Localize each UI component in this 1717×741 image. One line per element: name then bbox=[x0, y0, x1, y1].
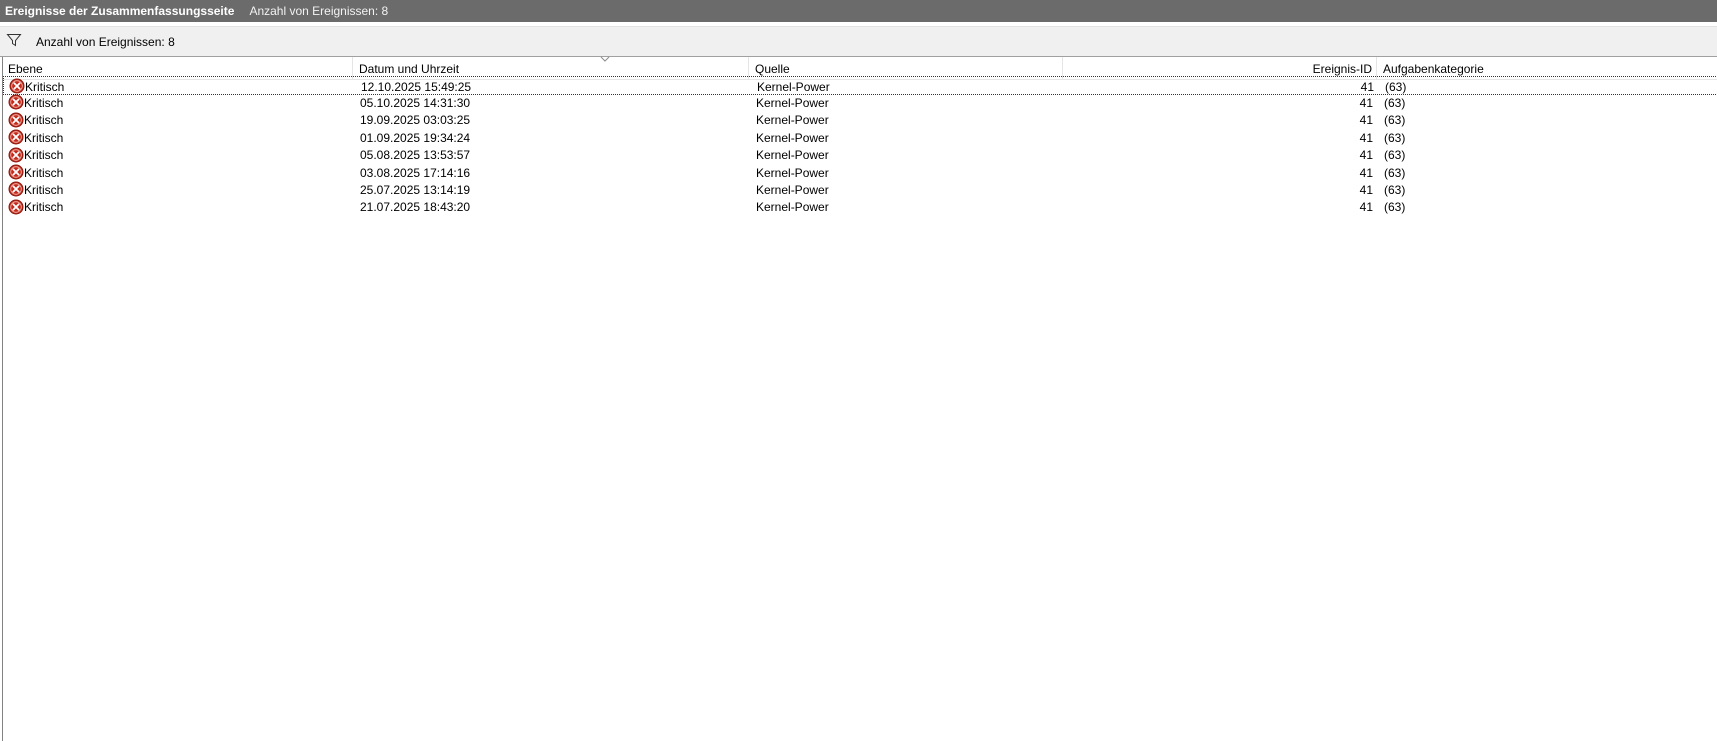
table-row[interactable]: Kritisch 25.07.2025 13:14:19 Kernel-Power 4… bbox=[3, 180, 1717, 199]
cell-datetime: 05.08.2025 13:53:57 bbox=[360, 148, 471, 163]
cell-datetime: 19.09.2025 03:03:25 bbox=[360, 113, 471, 128]
table-row[interactable]: Kritisch 19.09.2025 03:03:25 Kernel-Power 4… bbox=[3, 111, 1717, 130]
cell-source: Kernel-Power bbox=[756, 200, 829, 215]
cell-level: Kritisch bbox=[24, 200, 64, 215]
events-list[interactable]: Ebene Datum und Uhrzeit Quelle Ereignis-… bbox=[2, 56, 1717, 741]
cell-task-category: (63) bbox=[1384, 130, 1406, 145]
cell-event-id: 41 bbox=[1359, 165, 1373, 180]
cell-level: Kritisch bbox=[24, 148, 64, 163]
cell-datetime: 21.07.2025 18:43:20 bbox=[360, 200, 471, 215]
cell-event-id: 41 bbox=[1359, 148, 1373, 163]
table-row[interactable]: Kritisch 12.10.2025 15:49:25 Kernel-Power 4… bbox=[3, 76, 1717, 95]
cell-task-category: (63) bbox=[1384, 113, 1406, 128]
cell-level: Kritisch bbox=[24, 182, 64, 197]
sort-descending-icon bbox=[600, 56, 610, 62]
cell-task-category: (63) bbox=[1384, 182, 1406, 197]
cell-task-category: (63) bbox=[1384, 165, 1406, 180]
cell-level: Kritisch bbox=[24, 95, 64, 110]
table-row[interactable]: Kritisch 05.10.2025 14:31:30 Kernel-Power 4… bbox=[3, 93, 1717, 112]
cell-source: Kernel-Power bbox=[756, 130, 829, 145]
cell-source: Kernel-Power bbox=[756, 182, 829, 197]
cell-level: Kritisch bbox=[24, 130, 64, 145]
cell-source: Kernel-Power bbox=[756, 113, 829, 128]
cell-source: Kernel-Power bbox=[756, 165, 829, 180]
filter-icon[interactable] bbox=[6, 32, 22, 48]
cell-task-category: (63) bbox=[1384, 148, 1406, 163]
critical-error-icon bbox=[8, 129, 24, 145]
title-bar: Ereignisse der Zusammenfassungsseite Anz… bbox=[0, 0, 1717, 22]
cell-level: Kritisch bbox=[24, 165, 64, 180]
cell-event-id: 41 bbox=[1359, 200, 1373, 215]
table-row[interactable]: Kritisch 05.08.2025 13:53:57 Kernel-Power 4… bbox=[3, 146, 1717, 165]
table-row[interactable]: Kritisch 03.08.2025 17:14:16 Kernel-Power 4… bbox=[3, 163, 1717, 182]
cell-datetime: 25.07.2025 13:14:19 bbox=[360, 182, 471, 197]
critical-error-icon bbox=[8, 181, 24, 197]
cell-level: Kritisch bbox=[24, 113, 64, 128]
critical-error-icon bbox=[9, 78, 25, 94]
cell-event-id: 41 bbox=[1359, 130, 1373, 145]
cell-task-category: (63) bbox=[1384, 200, 1406, 215]
cell-source: Kernel-Power bbox=[756, 95, 829, 110]
cell-source: Kernel-Power bbox=[756, 148, 829, 163]
cell-datetime: 01.09.2025 19:34:24 bbox=[360, 130, 471, 145]
critical-error-icon bbox=[8, 112, 24, 128]
cell-event-id: 41 bbox=[1359, 95, 1373, 110]
cell-event-id: 41 bbox=[1359, 113, 1373, 128]
table-row[interactable]: Kritisch 21.07.2025 18:43:20 Kernel-Power 4… bbox=[3, 198, 1717, 217]
event-count-title: Anzahl von Ereignissen: 8 bbox=[249, 4, 389, 18]
cell-datetime: 03.08.2025 17:14:16 bbox=[360, 165, 471, 180]
filter-count-label: Anzahl von Ereignissen: 8 bbox=[36, 34, 175, 49]
cell-datetime: 05.10.2025 14:31:30 bbox=[360, 95, 471, 110]
critical-error-icon bbox=[8, 199, 24, 215]
page-title: Ereignisse der Zusammenfassungsseite bbox=[5, 4, 235, 18]
table-row[interactable]: Kritisch 01.09.2025 19:34:24 Kernel-Power 4… bbox=[3, 128, 1717, 147]
critical-error-icon bbox=[8, 147, 24, 163]
cell-task-category: (63) bbox=[1384, 95, 1406, 110]
cell-event-id: 41 bbox=[1359, 182, 1373, 197]
filter-bar: Anzahl von Ereignissen: 8 bbox=[0, 26, 1717, 57]
critical-error-icon bbox=[8, 164, 24, 180]
critical-error-icon bbox=[8, 94, 24, 110]
